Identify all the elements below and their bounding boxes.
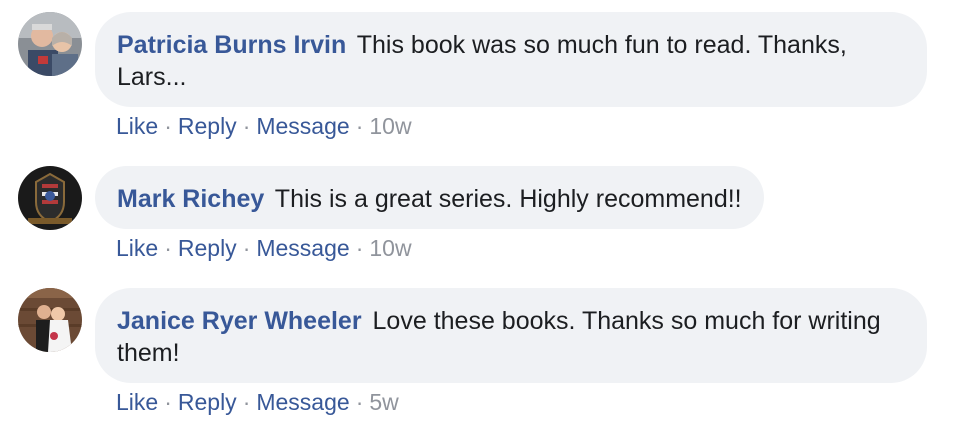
avatar-emblem-icon [18,166,82,230]
separator: · [242,235,251,261]
reply-link[interactable]: Reply [178,389,237,415]
separator: · [164,235,172,261]
comment-bubble: Patricia Burns Irvin This book was so mu… [95,12,927,107]
like-link[interactable]: Like [116,113,158,139]
timestamp[interactable]: 10w [369,113,411,139]
like-link[interactable]: Like [116,235,158,261]
comment-actions: Like · Reply · Message · 10w [116,112,412,140]
separator: · [355,389,364,415]
avatar[interactable] [18,166,82,230]
reply-link[interactable]: Reply [178,113,237,139]
separator: · [242,389,251,415]
like-link[interactable]: Like [116,389,158,415]
comment-actions: Like · Reply · Message · 10w [116,234,412,262]
timestamp[interactable]: 5w [369,389,398,415]
separator: · [355,113,364,139]
message-link[interactable]: Message [256,113,349,139]
comment-author[interactable]: Janice Ryer Wheeler [117,307,362,335]
separator: · [164,389,172,415]
separator: · [242,113,251,139]
avatar[interactable] [18,12,82,76]
message-link[interactable]: Message [256,235,349,261]
comment-bubble: Janice Ryer Wheeler Love these books. Th… [95,288,927,383]
avatar[interactable] [18,288,82,352]
comment-author[interactable]: Mark Richey [117,185,264,213]
separator: · [164,113,172,139]
timestamp[interactable]: 10w [369,235,411,261]
avatar-photo-icon [18,288,82,352]
reply-link[interactable]: Reply [178,235,237,261]
comment-text: This is a great series. Highly recommend… [274,185,742,213]
comment-author[interactable]: Patricia Burns Irvin [117,31,346,59]
comment-bubble: Mark Richey This is a great series. High… [95,166,764,229]
comment-actions: Like · Reply · Message · 5w [116,388,399,416]
avatar-photo-icon [18,12,82,76]
message-link[interactable]: Message [256,389,349,415]
separator: · [355,235,364,261]
